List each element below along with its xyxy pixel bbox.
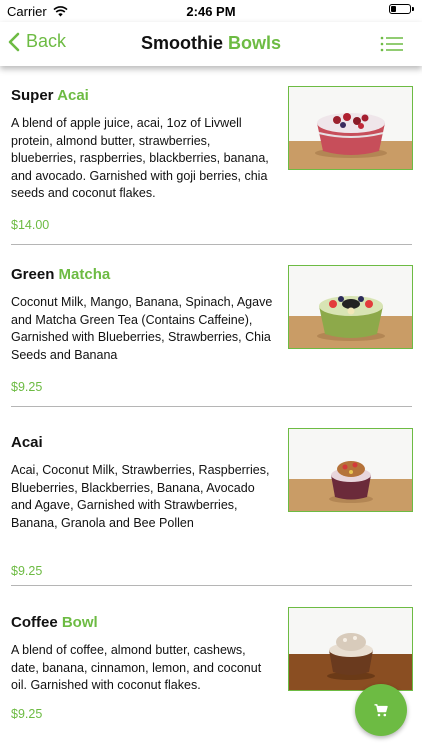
- shopping-cart-icon: [374, 703, 388, 716]
- menu-item-acai[interactable]: Acai Acai, Coconut Milk, Strawberries, R…: [0, 428, 422, 608]
- item-title-accent: Bowl: [61, 614, 98, 631]
- bowl-photo: [289, 429, 412, 511]
- item-photo-coffee-bowl[interactable]: [288, 607, 413, 691]
- item-title: Coffee Bowl: [11, 614, 98, 631]
- battery-icon: [389, 4, 414, 14]
- bowl-photo: [289, 266, 412, 348]
- menu-item-green-matcha[interactable]: Green Matcha Coconut Milk, Mango, Banana…: [0, 245, 422, 407]
- item-title-main: Coffee: [11, 614, 58, 631]
- list-menu-icon[interactable]: [380, 34, 404, 54]
- item-divider: [11, 585, 412, 586]
- bowl-photo: [289, 608, 412, 690]
- item-title-main: Super: [11, 87, 54, 104]
- item-title: Super Acai: [11, 87, 89, 104]
- navigation-bar: Back Smoothie Bowls: [0, 22, 422, 66]
- item-title: Acai: [11, 434, 43, 451]
- status-bar: Carrier 2:46 PM: [0, 0, 422, 22]
- item-title-main: Green: [11, 266, 55, 283]
- item-description: A blend of apple juice, acai, 1oz of Liv…: [11, 116, 269, 200]
- item-price: $9.25: [11, 707, 43, 721]
- item-photo-super-acai[interactable]: [288, 86, 413, 170]
- bowl-photo: [289, 87, 412, 169]
- status-time: 2:46 PM: [186, 4, 236, 19]
- item-price: $9.25: [11, 380, 43, 394]
- item-price: $14.00: [11, 218, 50, 232]
- item-description: Acai, Coconut Milk, Strawberries, Raspbe…: [11, 463, 270, 530]
- item-title-main: Acai: [11, 434, 43, 451]
- item-price: $9.25: [11, 564, 43, 578]
- item-title: Green Matcha: [11, 266, 110, 283]
- item-title-accent: Acai: [57, 87, 89, 104]
- item-description: Coconut Milk, Mango, Banana, Spinach, Ag…: [11, 295, 273, 362]
- page-title: Smoothie Bowls: [0, 33, 422, 54]
- item-divider: [11, 406, 412, 407]
- item-description: A blend of coffee, almond butter, cashew…: [11, 643, 262, 692]
- page-title-main: Smoothie: [140, 33, 223, 53]
- item-title-accent: Matcha: [58, 266, 111, 283]
- menu-item-coffee-bowl[interactable]: Coffee Bowl A blend of coffee, almond bu…: [0, 607, 422, 750]
- page-title-accent: Bowls: [228, 33, 282, 53]
- cart-button[interactable]: [355, 684, 407, 736]
- menu-list: Super Acai A blend of apple juice, acai,…: [0, 66, 422, 750]
- item-photo-acai[interactable]: [288, 428, 413, 512]
- menu-item-super-acai[interactable]: Super Acai A blend of apple juice, acai,…: [0, 66, 422, 246]
- item-photo-green-matcha[interactable]: [288, 265, 413, 349]
